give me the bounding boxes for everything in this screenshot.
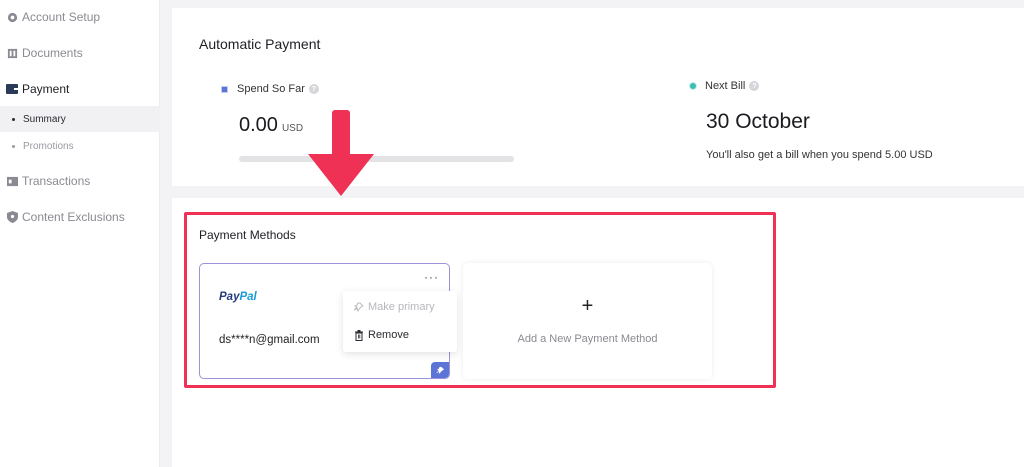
payment-method-menu: Make primary Remove bbox=[343, 291, 457, 352]
sidebar: Account Setup Documents Payment Summary … bbox=[0, 0, 160, 467]
sidebar-item-label: Content Exclusions bbox=[22, 210, 125, 224]
spend-progress-bar bbox=[239, 156, 514, 162]
sidebar-item-label: Payment bbox=[22, 82, 70, 96]
remove-label: Remove bbox=[368, 329, 409, 341]
sidebar-item-account-setup[interactable]: Account Setup bbox=[0, 9, 160, 25]
trash-icon bbox=[353, 329, 365, 341]
payment-methods-title: Payment Methods bbox=[199, 228, 296, 242]
sidebar-item-label: Documents bbox=[22, 46, 83, 60]
gear-icon bbox=[6, 11, 18, 23]
transactions-icon bbox=[6, 175, 18, 187]
make-primary-menu-item[interactable]: Make primary bbox=[353, 301, 435, 313]
automatic-payment-title: Automatic Payment bbox=[199, 36, 321, 52]
spend-so-far-value: 0.00 USD bbox=[239, 114, 303, 137]
paypal-email: ds****n@gmail.com bbox=[219, 334, 320, 346]
add-payment-method-button[interactable]: + Add a New Payment Method bbox=[463, 263, 712, 379]
sidebar-item-documents[interactable]: Documents bbox=[0, 45, 160, 61]
paypal-logo: PayPal bbox=[219, 291, 257, 303]
square-marker-icon bbox=[221, 85, 228, 93]
plus-icon: + bbox=[581, 295, 594, 317]
bullet-dot bbox=[12, 117, 15, 121]
spend-currency: USD bbox=[281, 123, 304, 134]
bullet-dot bbox=[12, 144, 15, 148]
sidebar-item-content-exclusions[interactable]: Content Exclusions bbox=[0, 209, 160, 225]
pin-icon bbox=[353, 301, 365, 313]
more-options-button[interactable]: ··· bbox=[424, 270, 439, 284]
pin-icon bbox=[431, 362, 449, 378]
help-icon[interactable]: ? bbox=[749, 81, 760, 91]
make-primary-label: Make primary bbox=[368, 301, 435, 313]
spend-so-far-label: Spend So Far bbox=[237, 83, 305, 95]
wallet-icon bbox=[6, 83, 18, 95]
circle-marker-icon bbox=[689, 82, 697, 90]
next-bill-note: You'll also get a bill when you spend 5.… bbox=[706, 149, 933, 161]
sidebar-item-transactions[interactable]: Transactions bbox=[0, 173, 160, 189]
next-bill-label: Next Bill bbox=[705, 80, 746, 92]
next-bill-date: 30 October bbox=[706, 110, 810, 133]
sidebar-item-payment[interactable]: Payment bbox=[0, 81, 160, 97]
add-payment-method-label: Add a New Payment Method bbox=[517, 333, 658, 345]
document-icon bbox=[6, 47, 18, 59]
sidebar-subitem-summary[interactable]: Summary bbox=[0, 106, 160, 132]
spend-so-far-label-row: Spend So Far ? bbox=[221, 83, 319, 95]
sidebar-item-label: Account Setup bbox=[22, 10, 101, 24]
next-bill-label-row: Next Bill ? bbox=[689, 80, 760, 92]
remove-menu-item[interactable]: Remove bbox=[353, 329, 409, 341]
sidebar-item-label: Transactions bbox=[22, 174, 91, 188]
red-arrow-annotation bbox=[308, 110, 374, 196]
sidebar-subitem-label: Summary bbox=[23, 113, 66, 125]
automatic-payment-card: Automatic Payment Spend So Far ? 0.00 USD… bbox=[172, 8, 1024, 186]
sidebar-subitem-promotions[interactable]: Promotions bbox=[0, 133, 160, 159]
shield-icon bbox=[6, 211, 18, 223]
sidebar-subitem-label: Promotions bbox=[23, 140, 74, 152]
spend-amount: 0.00 bbox=[239, 114, 278, 136]
help-icon[interactable]: ? bbox=[308, 84, 319, 94]
